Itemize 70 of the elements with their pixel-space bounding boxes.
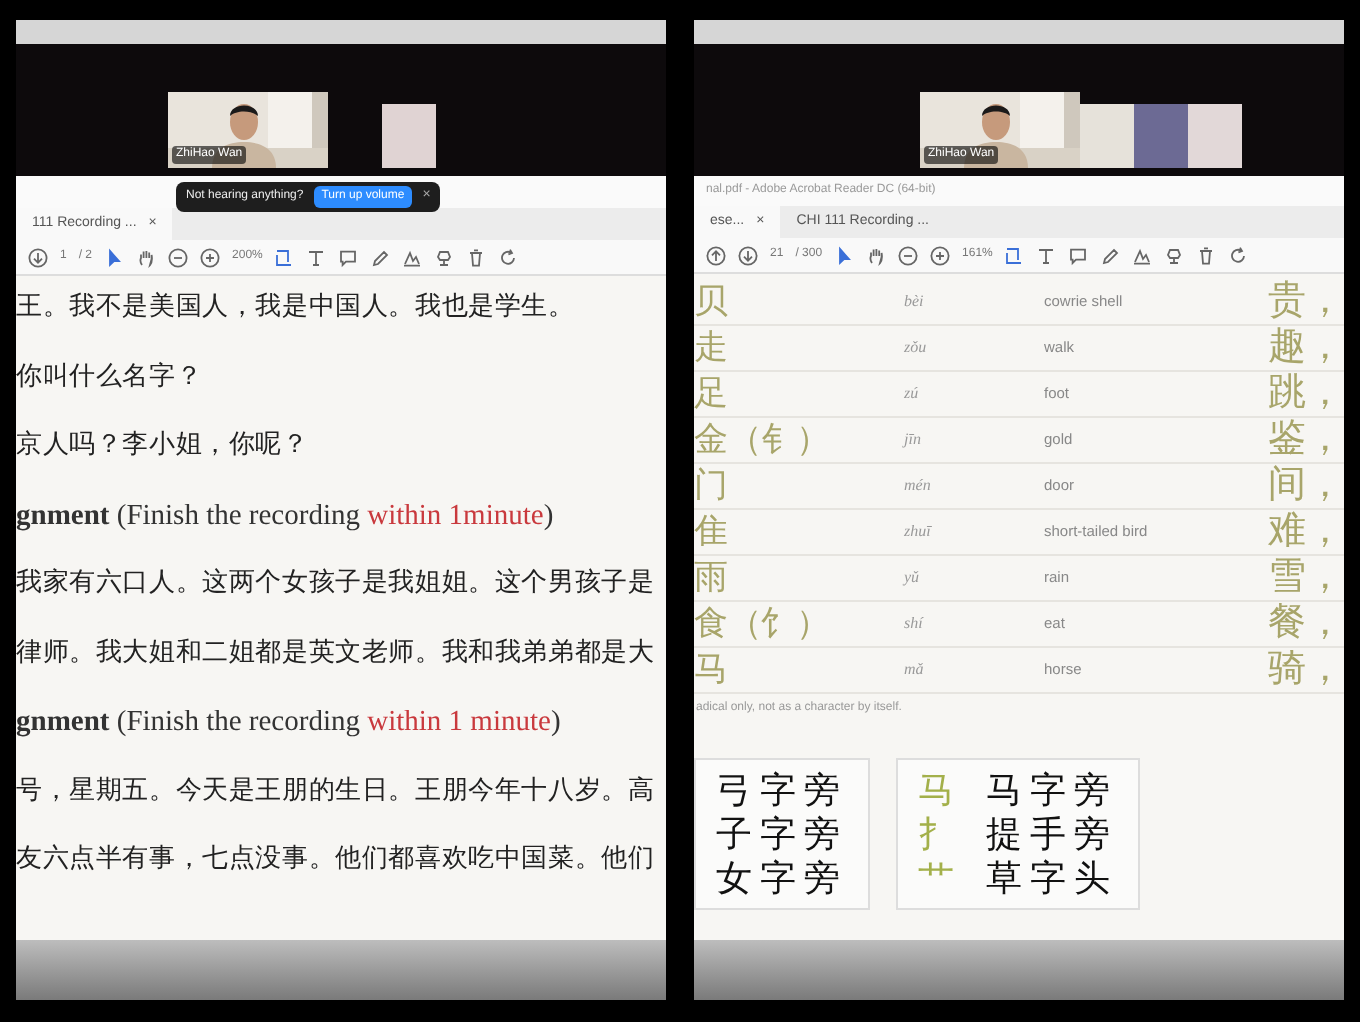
example-cell-text: 趣， (1268, 323, 1344, 372)
rotate-icon[interactable] (1228, 245, 1249, 265)
radical-name: 草字头 (986, 856, 1118, 900)
down-arrow-icon[interactable] (28, 247, 48, 267)
rotate-icon[interactable] (498, 247, 519, 267)
zoom-in-icon[interactable] (930, 245, 951, 265)
cursor-icon[interactable] (104, 247, 125, 267)
radical-name: 提手旁 (986, 812, 1118, 856)
example-cell-text: 难， (1268, 507, 1344, 556)
example-cell-text: 间， (1268, 461, 1344, 510)
trash-icon[interactable] (1196, 245, 1217, 265)
pinyin-cell-text: mén (904, 474, 933, 498)
pinyin-cell-text: jīn (904, 428, 923, 452)
pinyin-cell-text: zhuī (904, 520, 934, 544)
example-cell-text: 骑， (1268, 645, 1344, 694)
stamp-icon[interactable] (1164, 245, 1185, 265)
text-line: 律师。我大姐和二姐都是英文老师。我和我弟弟都是大 (16, 635, 657, 671)
radical-text: 马 (918, 768, 956, 812)
example-cell-text: 跳， (1268, 369, 1344, 418)
marquee-icon[interactable] (1004, 245, 1025, 265)
pinyin-cell-text: zú (904, 382, 921, 406)
comment-icon[interactable] (1068, 245, 1089, 265)
example-cell-text: 贵， (1268, 277, 1344, 326)
radical-cell-text: 走 (694, 326, 730, 371)
up-arrow-icon[interactable] (706, 245, 726, 265)
example-cell-text: 鉴， (1268, 415, 1344, 464)
assignment-heading: gnment (Finish the recording within 1 minute) (16, 704, 563, 742)
radical-text: 扌 (918, 812, 956, 856)
text-line: 王。我不是美国人，我是中国人。我也是学生。 (16, 290, 577, 326)
pinyin-cell-text: mǎ (904, 658, 926, 682)
zoom-out-icon[interactable] (898, 245, 919, 265)
pinyin-cell-text: bèi (904, 290, 926, 314)
text-tool-icon[interactable] (306, 247, 327, 267)
pen-icon[interactable] (1100, 245, 1121, 265)
radical-name: 子字旁 (716, 812, 848, 856)
hand-icon[interactable] (866, 245, 887, 265)
zoom-out-icon[interactable] (168, 247, 189, 267)
radical-cell-text: 隹 (694, 510, 730, 555)
zoom-in-icon[interactable] (200, 247, 221, 267)
radical-cell-text: 门 (694, 464, 730, 509)
radical-cell-text: 食（饣） (694, 602, 832, 647)
radical-name: 弓字旁 (716, 768, 848, 812)
example-cell-text: 雪， (1268, 553, 1344, 602)
assignment-heading: gnment (Finish the recording within 1minute) (16, 497, 556, 535)
pinyin-cell-text: zǒu (904, 336, 929, 360)
radical-cell-text: 贝 (694, 280, 730, 325)
pen-icon[interactable] (370, 247, 391, 267)
radical-name: 马字旁 (986, 768, 1118, 812)
radical-cell-text: 金（钅） (694, 418, 832, 463)
example-cell-text: 餐， (1268, 599, 1344, 648)
cursor-icon[interactable] (834, 245, 855, 265)
text-line: 我家有六口人。这两个女孩子是我姐姐。这个男孩子是 (16, 566, 657, 602)
pinyin-cell-text: shí (904, 612, 926, 636)
text-line: 友六点半有事，七点没事。他们都喜欢吃中国菜。他们 (16, 842, 657, 878)
text-line: 你叫什么名字？ (16, 359, 205, 395)
marquee-icon[interactable] (274, 247, 295, 267)
text-line: 京人吗？李小姐，你呢？ (16, 428, 311, 464)
radical-cell-text: 雨 (694, 556, 730, 601)
text-tool-icon[interactable] (1036, 245, 1057, 265)
pinyin-cell-text: yǔ (904, 566, 922, 590)
radical-text: 艹 (918, 856, 956, 900)
hand-icon[interactable] (136, 247, 157, 267)
radical-name: 女字旁 (716, 856, 848, 900)
down-arrow-icon[interactable] (738, 245, 758, 265)
trash-icon[interactable] (466, 247, 487, 267)
text-line: 号，星期五。今天是王朋的生日。王朋今年十八岁。高 (16, 773, 657, 809)
comment-icon[interactable] (338, 247, 359, 267)
stamp-icon[interactable] (434, 247, 455, 267)
radical-cell-text: 足 (694, 372, 730, 417)
radical-cell-text: 马 (694, 648, 730, 693)
